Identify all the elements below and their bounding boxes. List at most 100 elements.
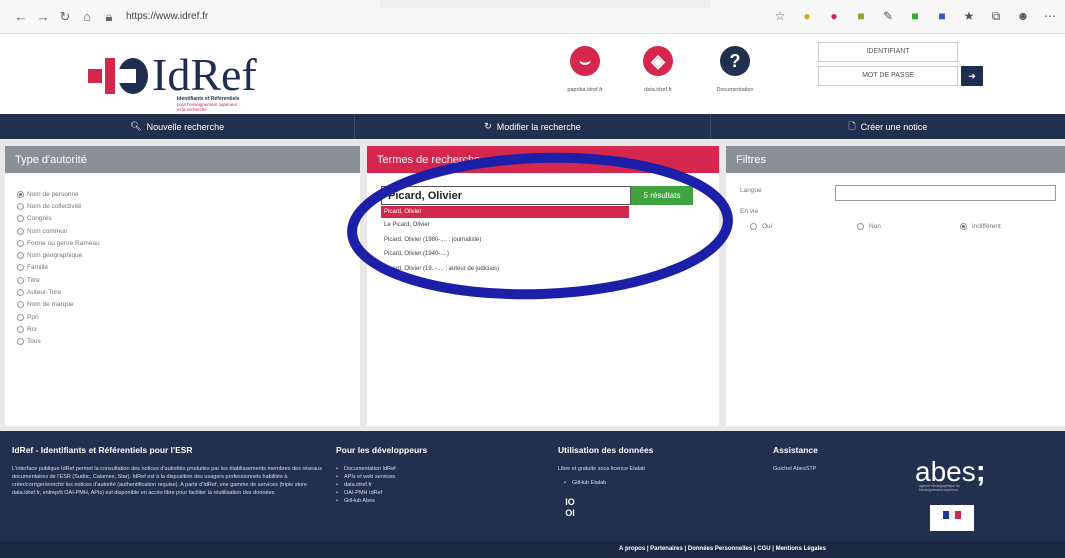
suggestion-item[interactable]: Picard, Olivier: [381, 206, 629, 218]
footer-usage: Utilisation des données Libre et gratuit…: [558, 445, 718, 487]
radio-icon: [17, 264, 24, 272]
data-icon: ◈: [643, 46, 673, 76]
site-header: IdRef Identifiants et Référentiels pour …: [0, 34, 1065, 114]
authority-type-option[interactable]: Rcr: [17, 323, 360, 335]
profile-icon[interactable]: ☻: [1016, 9, 1030, 23]
autocomplete-list: Picard, Olivier Le Picard, Olivier Picard,…: [381, 206, 629, 276]
developer-link[interactable]: data.idref.fr: [336, 481, 496, 489]
reload-icon[interactable]: ↻: [54, 9, 76, 25]
authority-type-option[interactable]: Nom commun: [17, 225, 360, 237]
help-icon: ?: [720, 46, 750, 76]
radio-icon: [17, 325, 24, 333]
home-icon[interactable]: ⌂: [76, 9, 98, 24]
developer-link[interactable]: Documentation IdRef: [336, 465, 496, 473]
footer-about: IdRef - Identifiants et Référentiels pou…: [12, 445, 322, 496]
authority-panel: Nom de personne Nom de collectivité Congrè…: [5, 173, 360, 426]
radio-icon: [857, 223, 864, 230]
filter-non[interactable]: Non: [857, 223, 881, 230]
authority-type-option[interactable]: Nom géographique: [17, 249, 360, 261]
radio-icon: [17, 276, 24, 284]
tab-strip: [380, 0, 710, 8]
developer-link[interactable]: APIs et web services: [336, 473, 496, 481]
extension-icon[interactable]: ■: [854, 9, 868, 23]
developer-link[interactable]: OAI-PMH IdRef: [336, 489, 496, 497]
login-form: IDENTIFIANT MOT DE PASSE ➜: [818, 42, 983, 90]
radio-icon: [17, 202, 24, 210]
langue-input[interactable]: [835, 185, 1056, 201]
authority-type-option[interactable]: Nom de marque: [17, 299, 360, 311]
suggestion-item[interactable]: Le Picard, Olivier: [381, 218, 629, 233]
password-field[interactable]: MOT DE PASSE: [818, 66, 958, 86]
authority-type-option[interactable]: Titre: [17, 274, 360, 286]
suggestion-item[interactable]: Picard, Olivier (1940-....): [381, 247, 629, 262]
republique-francaise-logo[interactable]: [930, 505, 974, 531]
extension-icon[interactable]: ●: [800, 9, 814, 23]
create-notice-button[interactable]: 🗋 Créer une notice: [711, 114, 1065, 139]
langue-label: Langue: [740, 187, 762, 194]
radio-icon: [17, 301, 24, 309]
radio-icon: [17, 215, 24, 223]
main-toolbar: 🔍︎ Nouvelle recherche ↻ Modifier la recher…: [0, 114, 1065, 139]
suggestion-item[interactable]: Picard, Olivier (19..-.... ; auteur de j…: [381, 262, 629, 277]
filters-header: Filtres: [726, 146, 1065, 173]
pen-icon[interactable]: ✎: [881, 9, 895, 23]
documentation-link[interactable]: ? Documentation: [705, 46, 765, 93]
site-footer: IdRef - Identifiants et Référentiels pou…: [0, 431, 1065, 558]
document-icon: 🗋: [848, 120, 856, 131]
radio-icon: [17, 313, 24, 321]
radio-icon: [750, 223, 757, 230]
back-icon[interactable]: ←: [10, 9, 32, 24]
star-icon[interactable]: ☆: [773, 9, 787, 23]
login-button[interactable]: ➜: [961, 66, 983, 86]
github-etalab-link[interactable]: GitHub Etalab: [564, 479, 718, 487]
radio-icon: [17, 227, 24, 235]
authority-type-option[interactable]: Ppn: [17, 311, 360, 323]
footer-links[interactable]: A propos | Partenaires | Données Personn…: [0, 541, 1065, 558]
radio-selected-icon: [960, 223, 967, 230]
authority-type-option[interactable]: Forme ou genre Rameau: [17, 237, 360, 249]
footer-developers: Pour les développeurs Documentation IdRe…: [336, 445, 496, 505]
modify-search-button[interactable]: ↻ Modifier la recherche: [355, 114, 711, 139]
open-innovation-logo[interactable]: IO OI: [563, 497, 577, 523]
more-icon[interactable]: ⋯: [1043, 9, 1057, 23]
extension-icon[interactable]: ■: [908, 9, 922, 23]
logo-tagline: Identifiants et Référentiels pour l'ense…: [177, 96, 240, 113]
favorites-icon[interactable]: ★: [962, 9, 976, 23]
guichet-link[interactable]: Guichet AbesSTP: [773, 465, 893, 473]
radio-icon: [17, 338, 24, 346]
authority-type-option[interactable]: Famille: [17, 262, 360, 274]
identifiant-field[interactable]: IDENTIFIANT: [818, 42, 958, 62]
refresh-icon: ↻: [484, 121, 492, 131]
developer-link[interactable]: GitHub Abes: [336, 497, 496, 505]
new-search-button[interactable]: 🔍︎ Nouvelle recherche: [0, 114, 356, 139]
idref-logo-text: IdRef: [152, 49, 257, 100]
radio-icon: [17, 289, 24, 297]
extensions-bar: ☆ ● ● ■ ✎ ■ ■ ★ ⧉ ☻ ⋯: [773, 9, 1057, 23]
authority-type-option[interactable]: Nom de collectivité: [17, 200, 360, 212]
abes-tagline: agence bibliographique de l'enseignement…: [919, 484, 961, 492]
radio-selected-icon: [17, 190, 24, 198]
search-input[interactable]: Picard, Olivier: [381, 186, 631, 205]
extension-icon[interactable]: ●: [827, 9, 841, 23]
filters-panel: [726, 173, 1065, 426]
address-bar[interactable]: https://www.idref.fr: [126, 11, 208, 22]
lock-icon: 🔒︎: [105, 8, 113, 24]
collections-icon[interactable]: ⧉: [989, 9, 1003, 23]
suggestion-item[interactable]: Picard, Olivier (1980-.... ; journaliste…: [381, 233, 629, 248]
browser-toolbar: ← → ↻ ⌂ 🔒︎ https://www.idref.fr ☆ ● ● ■ …: [0, 0, 1065, 34]
radio-icon: [17, 252, 24, 260]
extension-icon[interactable]: ■: [935, 9, 949, 23]
filter-indifferent[interactable]: Indifférent: [960, 223, 1001, 230]
authority-type-option[interactable]: Nom de personne: [17, 188, 360, 200]
authority-type-option[interactable]: Auteur-Titre: [17, 286, 360, 298]
paprika-link[interactable]: ⌣ paprika.idref.fr: [555, 46, 615, 93]
results-badge[interactable]: 5 résultats: [631, 186, 693, 205]
data-link[interactable]: ◈ data.idref.fr: [628, 46, 688, 93]
idref-logo-icon[interactable]: [88, 56, 148, 96]
authority-header: Type d'autorité: [5, 146, 360, 173]
filter-oui[interactable]: Oui: [750, 223, 772, 230]
authority-type-option[interactable]: Congrès: [17, 213, 360, 225]
search-icon: 🔍︎: [130, 121, 142, 131]
authority-type-option[interactable]: Tous: [17, 336, 360, 348]
forward-icon[interactable]: →: [32, 9, 54, 24]
